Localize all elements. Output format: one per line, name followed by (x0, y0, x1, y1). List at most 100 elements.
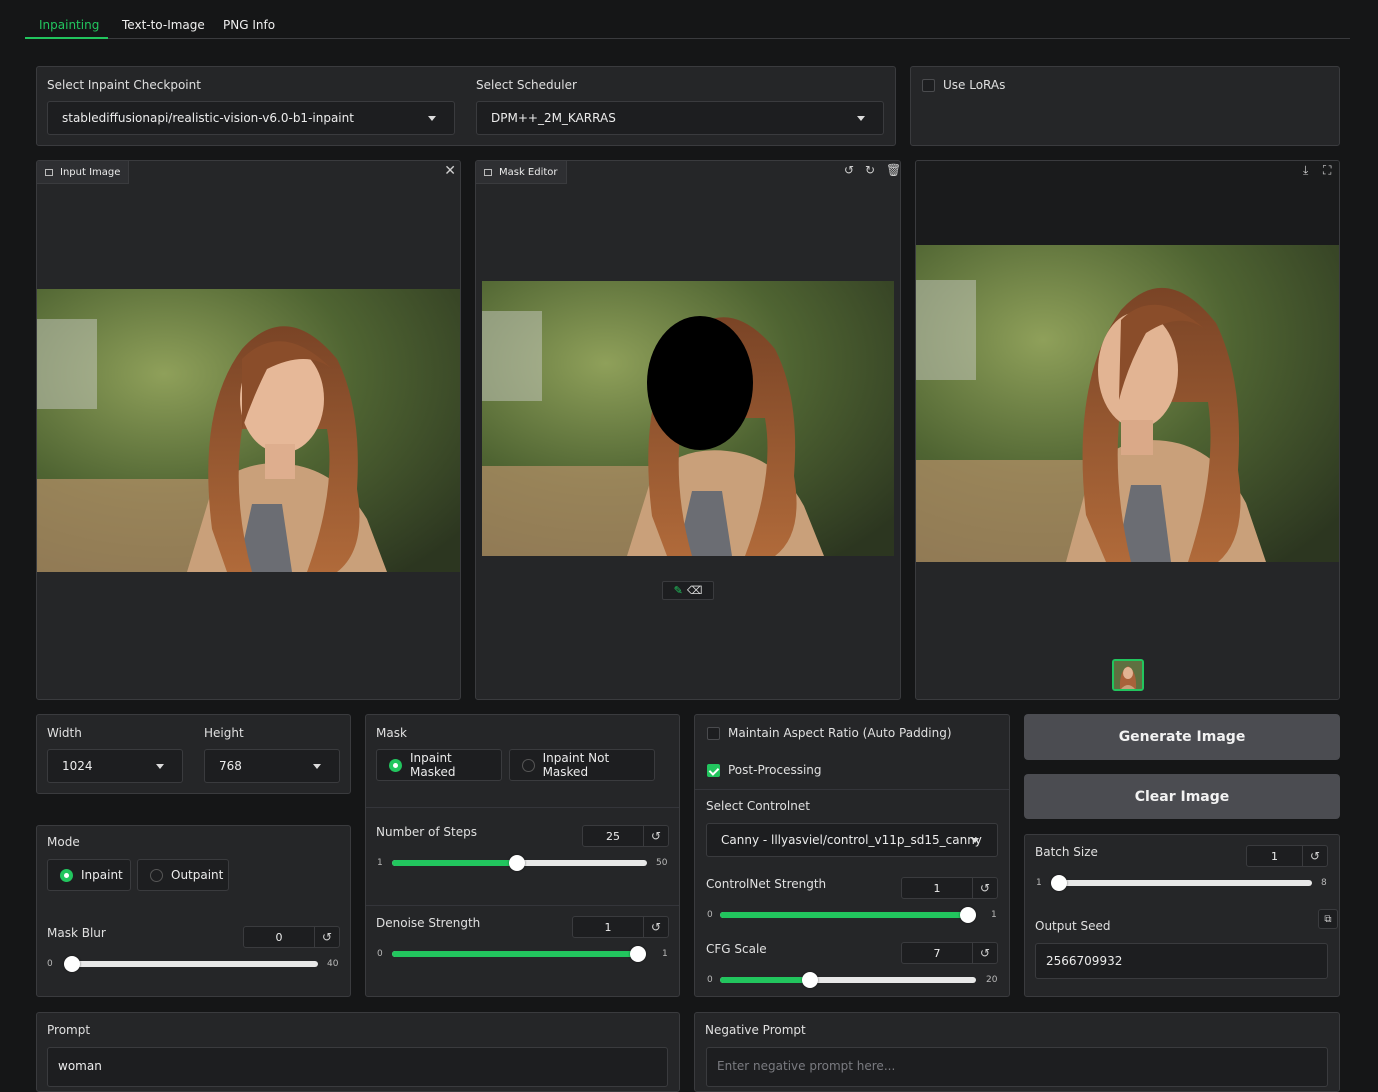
cn-strength-min: 0 (707, 910, 713, 920)
batch-size-number[interactable]: 1 ↺ (1246, 845, 1328, 867)
output-thumbnail[interactable] (1112, 659, 1144, 691)
width-select[interactable]: 1024 (47, 749, 183, 783)
brush-icon[interactable]: ✎ (674, 584, 683, 597)
reset-icon[interactable]: ↺ (644, 826, 668, 846)
cfg-slider[interactable] (720, 972, 976, 988)
mask-blur-number[interactable]: 0 ↺ (243, 926, 340, 948)
height-select[interactable]: 768 (204, 749, 340, 783)
reset-icon[interactable]: ↺ (973, 878, 997, 898)
mask-blur-slider[interactable] (64, 956, 318, 972)
scheduler-label: Select Scheduler (476, 78, 577, 92)
aspect-ratio-checkbox[interactable] (707, 727, 720, 740)
steps-thumb[interactable] (508, 855, 525, 871)
denoise-label: Denoise Strength (376, 916, 481, 930)
width-label: Width (47, 726, 82, 740)
reset-icon[interactable]: ↺ (973, 943, 997, 963)
cn-strength-value[interactable]: 1 (902, 878, 973, 898)
batch-size-thumb[interactable] (1051, 875, 1067, 891)
mask-blur-max: 40 (327, 959, 339, 969)
output-seed-value[interactable]: 2566709932 (1046, 954, 1122, 968)
denoise-number[interactable]: 1 ↺ (572, 916, 669, 938)
inpaint-masked-label: Inpaint Masked (410, 751, 456, 779)
negative-prompt-label: Negative Prompt (705, 1023, 806, 1037)
batch-size-value[interactable]: 1 (1247, 846, 1303, 866)
prompt-value[interactable]: woman (58, 1059, 102, 1073)
cfg-min: 0 (707, 975, 713, 985)
checkpoint-value: stablediffusionapi/realistic-vision-v6.0… (62, 111, 354, 125)
reset-icon[interactable]: ↺ (1303, 846, 1327, 866)
denoise-min: 0 (377, 949, 383, 959)
steps-number[interactable]: 25 ↺ (582, 825, 669, 847)
cfg-number[interactable]: 7 ↺ (901, 942, 998, 964)
download-icon[interactable]: ⤓ (1303, 163, 1308, 178)
tab-text-to-image[interactable]: Text-to-Image (122, 18, 205, 32)
steps-fill (392, 860, 517, 866)
tab-active-indicator (25, 37, 108, 39)
cn-strength-fill (720, 912, 976, 918)
tab-png-info[interactable]: PNG Info (223, 18, 275, 32)
batch-size-label: Batch Size (1035, 845, 1098, 859)
checkpoint-select[interactable]: stablediffusionapi/realistic-vision-v6.0… (47, 101, 455, 135)
controlnet-value: Canny - lllyasviel/control_v11p_sd15_can… (721, 833, 982, 847)
negative-prompt-placeholder: Enter negative prompt here... (717, 1059, 896, 1073)
denoise-thumb[interactable] (630, 946, 646, 962)
use-loras-checkbox[interactable] (922, 79, 935, 92)
undo-icon[interactable]: ↺ (844, 163, 854, 177)
post-processing-checkbox[interactable] (707, 764, 720, 777)
steps-value[interactable]: 25 (583, 826, 644, 846)
inpaint-not-masked-radio[interactable]: Inpaint Not Masked (509, 749, 655, 781)
height-value: 768 (219, 759, 242, 773)
output-seed-label: Output Seed (1035, 919, 1111, 933)
mode-inpaint-radio[interactable]: Inpaint (47, 859, 131, 891)
input-photo (37, 289, 460, 572)
reset-icon[interactable]: ↺ (644, 917, 668, 937)
mask-blur-value[interactable]: 0 (244, 927, 315, 947)
trash-icon[interactable]: 🗑 (886, 163, 900, 177)
cfg-label: CFG Scale (706, 942, 767, 956)
image-icon (45, 168, 53, 176)
cfg-thumb[interactable] (801, 972, 818, 988)
output-seed-field[interactable]: 2566709932 (1035, 943, 1328, 979)
cn-strength-thumb[interactable] (960, 907, 976, 923)
fullscreen-icon[interactable]: ⛶ (1323, 163, 1331, 178)
mode-outpaint-radio[interactable]: Outpaint (137, 859, 229, 891)
mode-label: Mode (47, 835, 80, 849)
eraser-icon[interactable]: ⌫ (687, 584, 703, 597)
cfg-value[interactable]: 7 (902, 943, 973, 963)
mode-inpaint-label: Inpaint (81, 868, 123, 882)
aspect-ratio-label: Maintain Aspect Ratio (Auto Padding) (728, 726, 952, 740)
tab-inpainting[interactable]: Inpainting (39, 18, 99, 32)
copy-icon[interactable]: ⧉ (1318, 909, 1338, 929)
cn-strength-slider[interactable] (720, 907, 976, 923)
divider (695, 789, 1009, 790)
denoise-slider[interactable] (392, 946, 646, 962)
close-icon[interactable]: ✕ (444, 163, 456, 179)
input-image-tag: Input Image (37, 161, 130, 184)
generate-image-button[interactable]: Generate Image (1024, 714, 1340, 760)
cfg-max: 20 (986, 975, 998, 985)
redo-icon[interactable]: ↻ (865, 163, 875, 177)
cn-strength-number[interactable]: 1 ↺ (901, 877, 998, 899)
controlnet-select[interactable]: Canny - lllyasviel/control_v11p_sd15_can… (706, 823, 998, 857)
mask-blur-thumb[interactable] (64, 956, 80, 972)
post-processing-label: Post-Processing (728, 763, 822, 777)
radio-selected-icon (389, 758, 402, 772)
negative-prompt-input[interactable]: Enter negative prompt here... (706, 1047, 1328, 1087)
mask-photo[interactable] (482, 281, 894, 556)
clear-image-button[interactable]: Clear Image (1024, 774, 1340, 819)
reset-icon[interactable]: ↺ (315, 927, 339, 947)
prompt-input[interactable]: woman (47, 1047, 668, 1087)
radio-selected-icon (60, 868, 73, 882)
cfg-fill (720, 977, 810, 983)
denoise-value[interactable]: 1 (573, 917, 644, 937)
cn-strength-label: ControlNet Strength (706, 877, 827, 891)
scheduler-select[interactable]: DPM++_2M_KARRAS (476, 101, 884, 135)
input-image-panel[interactable]: Input Image ✕ (36, 160, 461, 700)
inpaint-masked-radio[interactable]: Inpaint Masked (376, 749, 502, 781)
mask-editor-panel[interactable]: Mask Editor ↺ ↻ 🗑 ✎ ⌫ (475, 160, 901, 700)
steps-slider[interactable] (392, 855, 647, 871)
chevron-down-icon (428, 116, 436, 121)
cn-strength-max: 1 (991, 910, 997, 920)
steps-min: 1 (377, 858, 383, 868)
batch-size-slider[interactable] (1051, 875, 1312, 891)
